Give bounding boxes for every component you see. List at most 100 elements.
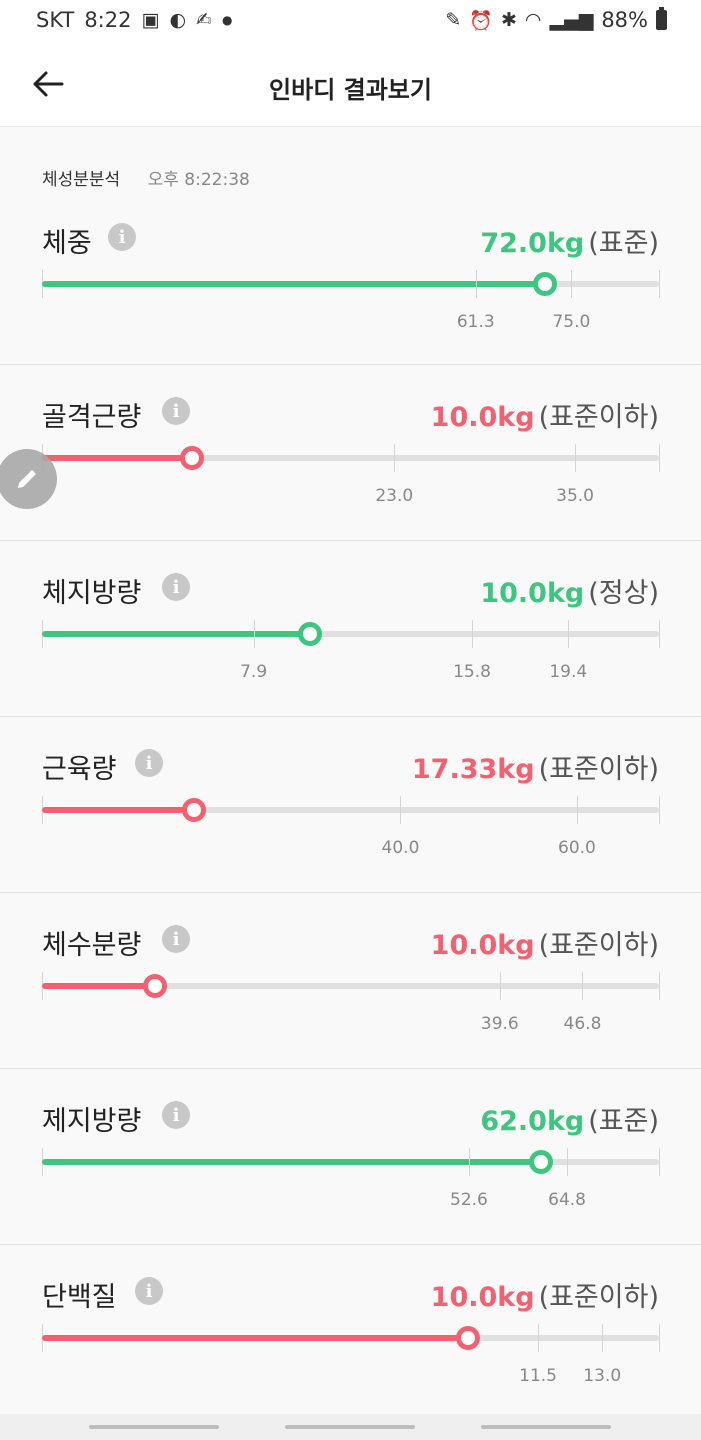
range-tick-label: 7.9: [240, 662, 268, 682]
range-tick: [475, 270, 477, 298]
metric-value: 10.0kg (표준이하): [431, 923, 659, 962]
range-tick: [567, 1148, 569, 1176]
nav-back-button[interactable]: [481, 1425, 611, 1429]
battery-icon: [656, 7, 667, 30]
metric-name: 체지방량: [42, 578, 142, 609]
range-tick-label: 60.0: [558, 838, 596, 858]
value-marker: [142, 974, 167, 998]
range-fill: [42, 983, 155, 989]
range-tick: [468, 1148, 470, 1176]
range-tick: [253, 620, 255, 648]
nav-recents-button[interactable]: [89, 1425, 219, 1429]
metric-value: 62.0kg (표준): [480, 1099, 659, 1138]
metric-range-bar: [42, 796, 660, 824]
metric-number: 10.0kg: [430, 1282, 535, 1313]
range-tick: [575, 444, 577, 472]
metric-status: (표준이하): [538, 1282, 659, 1313]
metric-range-bar: [42, 1148, 660, 1176]
info-icon[interactable]: i: [162, 925, 190, 953]
range-edge-tick: [659, 270, 660, 298]
info-icon[interactable]: i: [162, 397, 190, 425]
nav-home-button[interactable]: [285, 1425, 415, 1429]
range-tick-label: 23.0: [375, 486, 414, 506]
range-edge-tick: [659, 444, 660, 472]
carrier-label: SKT: [36, 8, 75, 32]
metric-value: 10.0kg (표준이하): [431, 395, 659, 434]
value-marker: [528, 1150, 553, 1174]
metric-name: 체수분량: [42, 930, 142, 961]
edit-icon: ✎: [445, 9, 462, 31]
range-tick: [582, 972, 584, 1000]
metric-name: 단백질: [42, 1282, 117, 1313]
info-icon[interactable]: i: [135, 749, 163, 777]
info-icon[interactable]: i: [135, 1277, 163, 1305]
metric-value: 72.0kg (표준): [480, 221, 659, 260]
metric-status: (표준이하): [538, 930, 659, 961]
app-icon: ◐: [169, 9, 187, 31]
gallery-icon: ▣: [141, 9, 160, 31]
system-nav-bar: [0, 1414, 701, 1440]
fitness-icon: ✍: [196, 9, 212, 31]
signal-icon: ▂▄▆: [549, 9, 594, 31]
metric-number: 10.0kg: [430, 930, 535, 961]
metric-status: (정상): [588, 578, 659, 609]
range-tick: [499, 972, 501, 1000]
range-tick-label: 15.8: [453, 662, 491, 682]
range-fill: [42, 455, 192, 461]
value-marker: [532, 272, 557, 296]
range-tick: [568, 620, 570, 648]
wifi-icon: ◠: [524, 9, 542, 31]
range-fill: [42, 281, 545, 287]
metric-status: (표준): [588, 1106, 659, 1137]
range-tick-label: 75.0: [552, 312, 591, 332]
range-tick-label: 13.0: [583, 1366, 622, 1386]
metric-name: 골격근량: [42, 402, 142, 433]
metric-number: 72.0kg: [480, 228, 585, 259]
range-tick-label: 39.6: [480, 1014, 519, 1034]
range-tick-label: 64.8: [548, 1190, 586, 1210]
range-tick: [394, 444, 396, 472]
metric-range-bar: [42, 1324, 660, 1352]
metric-number: 10.0kg: [430, 402, 535, 433]
metric-row: 체중 i 72.0kg (표준) 61.3 75.0: [0, 126, 701, 365]
range-tick-label: 52.6: [450, 1190, 488, 1210]
metric-row: 근육량 i 17.33kg (표준이하) 40.0 60.0: [0, 717, 701, 893]
value-marker: [181, 798, 206, 822]
value-marker: [297, 622, 322, 646]
range-tick-label: 35.0: [556, 486, 595, 506]
range-tick-label: 11.5: [519, 1366, 557, 1386]
metric-number: 17.33kg: [411, 754, 535, 785]
value-marker: [455, 1326, 480, 1350]
range-fill: [42, 631, 310, 637]
range-tick: [472, 620, 474, 648]
metric-range-bar: [42, 444, 660, 472]
battery-label: 88%: [601, 8, 648, 32]
status-right: ✎ ⏰ ✱ ◠ ▂▄▆ 88%: [445, 7, 667, 32]
status-left: SKT 8:22 ▣ ◐ ✍ ●: [36, 8, 232, 32]
metric-row: 체수분량 i 10.0kg (표준이하) 39.6 46.8: [0, 893, 701, 1069]
info-icon[interactable]: i: [162, 1101, 190, 1129]
metric-status: (표준이하): [538, 402, 659, 433]
range-fill: [42, 1335, 468, 1341]
info-icon[interactable]: i: [162, 573, 190, 601]
metric-value: 10.0kg (정상): [480, 571, 659, 610]
range-fill: [42, 1159, 541, 1165]
metric-name: 체중: [42, 228, 92, 259]
range-tick-label: 61.3: [456, 312, 495, 332]
range-tick: [538, 1324, 540, 1352]
metric-range-bar: [42, 270, 660, 298]
range-fill: [42, 807, 194, 813]
metric-number: 62.0kg: [480, 1106, 585, 1137]
dot-icon: ●: [221, 13, 233, 27]
range-edge-tick: [659, 1148, 660, 1176]
range-edge-tick: [659, 972, 660, 1000]
info-icon[interactable]: i: [108, 223, 136, 251]
bluetooth-icon: ✱: [500, 9, 517, 31]
metric-name: 근육량: [42, 754, 117, 785]
alarm-icon: ⏰: [469, 9, 493, 32]
range-tick: [602, 1324, 604, 1352]
range-edge-tick: [659, 620, 660, 648]
metric-row: 단백질 i 10.0kg (표준이하) 11.5 13.0: [0, 1245, 701, 1415]
metric-range-bar: [42, 620, 660, 648]
range-tick: [576, 796, 578, 824]
